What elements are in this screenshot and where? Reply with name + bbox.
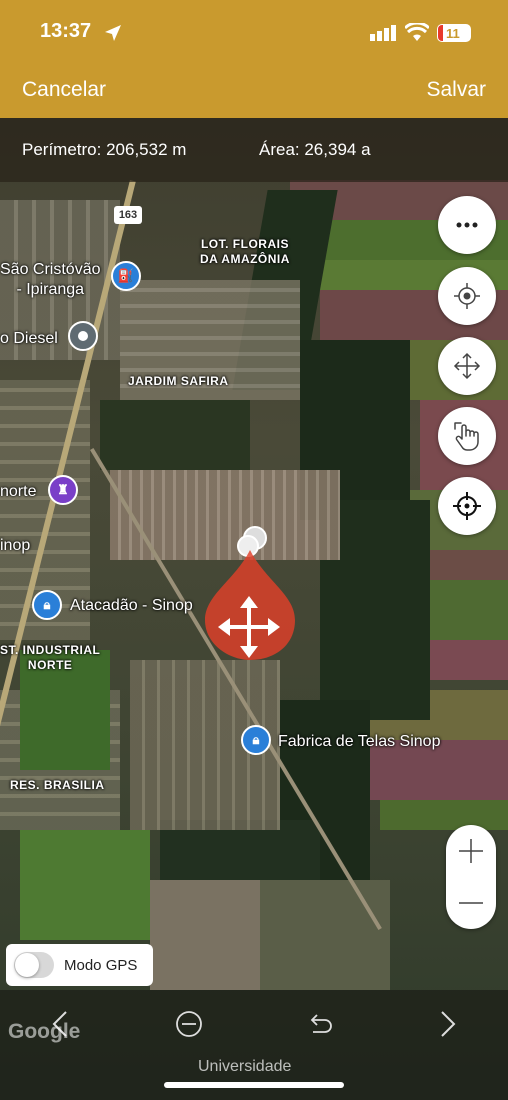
- locate-icon: [454, 283, 480, 309]
- gps-label: Modo GPS: [64, 956, 138, 974]
- cancel-button[interactable]: Cancelar: [22, 78, 106, 102]
- shop-pin-icon[interactable]: ♜: [48, 475, 78, 505]
- next-button[interactable]: [428, 1004, 468, 1044]
- chevron-right-icon: [441, 1011, 456, 1037]
- poi-atacadao[interactable]: Atacadão - Sinop: [70, 597, 193, 615]
- crosshair-icon: [453, 492, 481, 520]
- zoom-out-button[interactable]: [446, 877, 496, 929]
- undo-button[interactable]: [300, 1004, 340, 1044]
- move-icon: [453, 352, 481, 380]
- locate-button[interactable]: [438, 267, 496, 325]
- poi-norte[interactable]: norte: [0, 483, 36, 501]
- map-label-universidade: Universidade: [198, 1058, 292, 1075]
- touch-icon: [454, 422, 479, 451]
- label-industrial-norte: ST. INDUSTRIAL NORTE: [0, 643, 101, 672]
- wifi-icon: [405, 23, 429, 41]
- poi-diesel[interactable]: o Diesel: [0, 330, 58, 348]
- store-pin-icon[interactable]: 🔒︎: [32, 590, 62, 620]
- battery-icon: 11: [437, 24, 471, 42]
- label-res-brasilia: RES. BRASILIA: [10, 778, 105, 792]
- undo-icon: [310, 1014, 332, 1033]
- signal-icon: [370, 25, 396, 41]
- move-button[interactable]: [438, 337, 496, 395]
- label-lot-florais: LOT. FLORAIS DA AMAZÔNIA: [200, 237, 290, 266]
- move-handle-icon[interactable]: [218, 596, 280, 658]
- zoom-in-button[interactable]: [446, 825, 496, 877]
- road-shield: 163: [114, 206, 142, 224]
- save-button[interactable]: Salvar: [426, 78, 486, 102]
- area-text: Área: 26,394 a: [259, 140, 371, 159]
- minus-circle-icon: [176, 1011, 202, 1037]
- plus-icon: [459, 839, 483, 863]
- more-icon: [456, 222, 478, 228]
- status-bar: 13:37 11: [0, 0, 508, 66]
- remove-point-button[interactable]: [169, 1004, 209, 1044]
- nav-bar: Cancelar Salvar: [0, 66, 508, 118]
- gps-mode-panel: Modo GPS: [6, 944, 153, 986]
- location-arrow-icon: [105, 25, 121, 41]
- home-indicator[interactable]: [164, 1082, 344, 1088]
- poi-sao-cristovao[interactable]: São Cristóvão - Ipiranga: [0, 260, 101, 300]
- fuel-pin-icon[interactable]: ⛽: [111, 261, 141, 291]
- perimeter-text: Perímetro: 206,532 m: [22, 140, 187, 159]
- poi-fabrica[interactable]: Fabrica de Telas Sinop: [278, 733, 440, 751]
- minus-icon: [459, 902, 483, 904]
- store-pin-icon[interactable]: 🔒︎: [241, 725, 271, 755]
- gps-toggle[interactable]: [14, 952, 54, 978]
- toggle-knob: [15, 953, 39, 977]
- zoom-control: [446, 825, 496, 929]
- google-attribution: Google: [8, 1020, 81, 1043]
- status-time: 13:37: [40, 20, 92, 42]
- poi-sinop[interactable]: inop: [0, 537, 30, 555]
- more-button[interactable]: [438, 196, 496, 254]
- touch-button[interactable]: [438, 407, 496, 465]
- crosshair-button[interactable]: [438, 477, 496, 535]
- place-pin-icon[interactable]: [68, 321, 98, 351]
- label-jardim-safira: JARDIM SAFIRA: [128, 374, 229, 388]
- measurement-bar: Perímetro: 206,532 m Área: 26,394 a: [0, 118, 508, 182]
- battery-level: 11: [446, 26, 460, 41]
